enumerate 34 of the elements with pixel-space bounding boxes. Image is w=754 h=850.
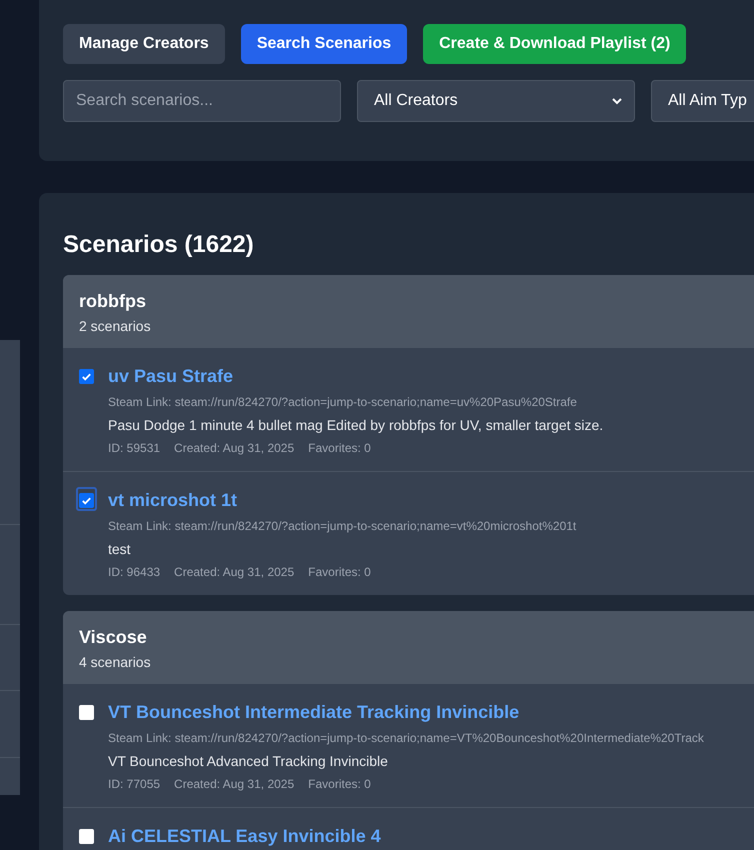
scenario-id: ID: 59531 (108, 441, 160, 455)
creator-select[interactable]: All Creators (357, 80, 635, 122)
favorites-count: Favorites: 0 (308, 777, 371, 791)
scenario-description: VT Bounceshot Advanced Tracking Invincible (108, 753, 389, 769)
creator-name: Viscose (79, 627, 148, 648)
toolbar-button[interactable]: Search Scenarios (240, 24, 408, 64)
scenario-link[interactable]: VT Bounceshot Intermediate Tracking Invincible (108, 702, 704, 723)
checkbox[interactable] (79, 493, 94, 508)
scenario-count: 2 scenarios (79, 318, 152, 334)
check-icon (81, 371, 92, 382)
toolbar-button[interactable]: Create & Download Playlist (2) (423, 24, 686, 64)
aim-type-select[interactable]: All Aim Typ (651, 80, 754, 122)
check-icon (81, 495, 92, 506)
checkbox[interactable] (79, 829, 94, 844)
created-date: Created: Aug 31, 2025 (174, 441, 294, 455)
toolbar-button[interactable]: Manage Creators (63, 24, 225, 64)
created-date: Created: Aug 31, 2025 (174, 565, 294, 579)
created-date: Created: Aug 31, 2025 (174, 777, 294, 791)
section-title: Scenarios (1622) (63, 231, 255, 259)
scenario-count: 4 scenarios (79, 654, 152, 670)
scenario-link[interactable]: Ai CELESTIAL Easy Invincible 4 (108, 826, 381, 847)
search-field[interactable]: Search scenarios... (63, 80, 341, 122)
scenario-link[interactable]: uv Pasu Strafe (108, 366, 604, 387)
scenario-id: ID: 77055 (108, 777, 160, 791)
checkbox[interactable] (79, 705, 94, 720)
checkbox[interactable] (79, 369, 94, 384)
scenario-description: test (108, 541, 132, 557)
scenario-id: ID: 96433 (108, 565, 160, 579)
scenario-description: Pasu Dodge 1 minute 4 bullet mag Edited by robbfps for UV, smaller target size. (108, 417, 604, 433)
scenario-link[interactable]: vt microshot 1t (108, 490, 576, 511)
favorites-count: Favorites: 0 (308, 441, 371, 455)
chevron-icon (612, 97, 622, 105)
creator-name: robbfps (79, 291, 147, 312)
favorites-count: Favorites: 0 (308, 565, 371, 579)
